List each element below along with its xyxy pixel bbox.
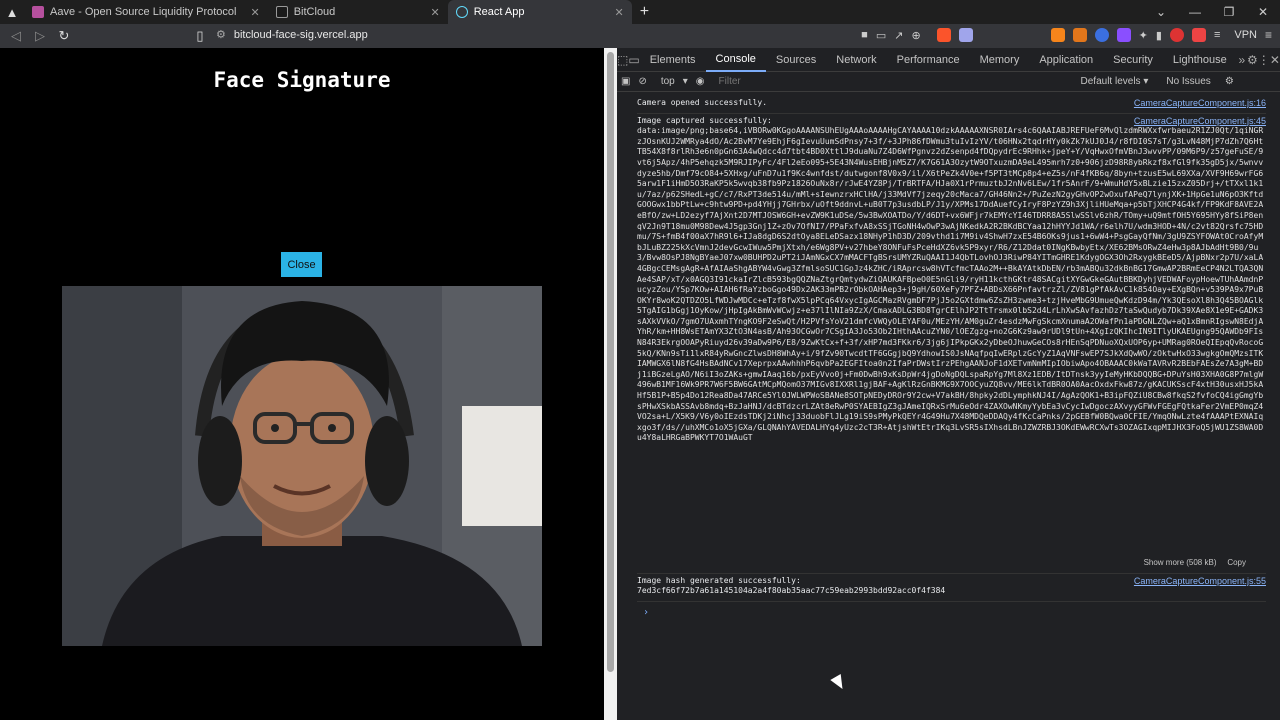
captured-face-illustration: [62, 286, 542, 646]
tab-performance[interactable]: Performance: [887, 48, 970, 72]
tab-react-app[interactable]: React App ✕: [447, 0, 632, 24]
reload-icon[interactable]: ↻: [52, 28, 76, 44]
scrollbar-thumb[interactable]: [607, 52, 614, 672]
camera-capture-image: [62, 286, 542, 646]
camera-icon[interactable]: ■: [861, 29, 868, 41]
context-dropdown-icon[interactable]: ▾: [683, 76, 688, 87]
close-button[interactable]: Close: [281, 252, 322, 277]
console-prompt[interactable]: ›: [637, 607, 1266, 619]
device-toolbar-icon[interactable]: ▭: [628, 53, 639, 67]
tab-title: Aave - Open Source Liquidity Protocol: [50, 6, 237, 18]
tab-lighthouse[interactable]: Lighthouse: [1163, 48, 1237, 72]
tab-security[interactable]: Security: [1103, 48, 1163, 72]
console-settings-icon[interactable]: ⚙: [1225, 76, 1234, 87]
vpn-button[interactable]: VPN: [1234, 29, 1257, 41]
url-text: bitcloud-face-sig.vercel.app: [233, 28, 368, 41]
close-devtools-icon[interactable]: ✕: [1270, 53, 1280, 67]
react-favicon-icon: [455, 6, 468, 18]
web-page: Face Signature Close: [0, 48, 604, 720]
extension-purple-icon[interactable]: [1116, 28, 1131, 42]
window-controls: ⌄ — ❐ ✕: [1144, 0, 1280, 24]
console-message: Camera opened successfully. CameraCaptur…: [637, 96, 1266, 114]
filter-input[interactable]: [712, 76, 1073, 87]
tab-sources[interactable]: Sources: [766, 48, 826, 72]
cast-icon[interactable]: ▭: [876, 29, 886, 42]
kebab-menu-icon[interactable]: ⋮: [1258, 53, 1270, 67]
tab-network[interactable]: Network: [826, 48, 886, 72]
extension-blue-icon[interactable]: [1094, 28, 1109, 42]
tab-console[interactable]: Console: [705, 48, 766, 72]
tab-memory[interactable]: Memory: [970, 48, 1030, 72]
menu-icon[interactable]: ≡: [1214, 29, 1220, 41]
new-tab-button[interactable]: +: [632, 3, 657, 21]
console-message: Image captured successfully: CameraCaptu…: [637, 114, 1266, 574]
tab-search-icon[interactable]: ⌄: [1144, 5, 1178, 19]
zoom-icon[interactable]: ⊕: [911, 29, 920, 42]
page-title: Face Signature: [213, 68, 391, 92]
browser-menu-icon[interactable]: ▲: [0, 5, 24, 20]
forward-icon[interactable]: ▷: [28, 28, 52, 44]
show-more-button[interactable]: Show more (508 kB): [1144, 558, 1217, 567]
bitcloud-favicon-icon: [275, 6, 288, 18]
puzzle-icon[interactable]: ✦: [1139, 29, 1148, 42]
live-expression-icon[interactable]: ◉: [696, 76, 705, 87]
clear-console-icon[interactable]: ⊘: [638, 76, 646, 87]
inspect-icon[interactable]: ⬚: [617, 53, 628, 67]
tab-title: React App: [473, 6, 525, 18]
metamask-icon[interactable]: [1050, 28, 1065, 42]
console-toolbar: ▣ ⊘ top ▾ ◉ Default levels ▾ No Issues ⚙: [617, 72, 1280, 92]
tab-close-icon[interactable]: ✕: [251, 6, 260, 19]
context-select[interactable]: top: [661, 76, 675, 87]
message-text: Camera opened successfully.: [637, 98, 768, 107]
issues-badge[interactable]: No Issues: [1166, 76, 1210, 87]
tab-bitcloud[interactable]: BitCloud ✕: [268, 0, 448, 24]
source-link[interactable]: CameraCaptureComponent.js:16: [1134, 98, 1266, 109]
tab-elements[interactable]: Elements: [640, 48, 706, 72]
extension-orange-icon[interactable]: [1072, 28, 1087, 42]
page-scrollbar[interactable]: [604, 48, 617, 720]
copy-button[interactable]: Copy: [1227, 558, 1246, 567]
browser-tab-bar: ▲ Aave - Open Source Liquidity Protocol …: [0, 0, 1280, 24]
bookmark-icon[interactable]: ▯: [188, 28, 212, 44]
tab-close-icon[interactable]: ✕: [615, 6, 624, 19]
source-link[interactable]: CameraCaptureComponent.js:45: [1134, 116, 1266, 127]
restore-icon[interactable]: ❐: [1212, 5, 1246, 19]
tab-close-icon[interactable]: ✕: [431, 6, 440, 19]
hash-text[interactable]: 7ed3cf66f72b7a61a145104a2a4f80ab35aac77c…: [637, 586, 1266, 597]
profile-avatar-icon[interactable]: [1169, 28, 1184, 42]
url-field[interactable]: ⚙ bitcloud-face-sig.vercel.app: [216, 28, 368, 42]
data-url-text[interactable]: data:image/png;base64,iVBORw0KGgoAAAANSU…: [637, 126, 1266, 558]
sidebar-toggle-icon[interactable]: ▣: [621, 76, 630, 87]
close-window-icon[interactable]: ✕: [1246, 5, 1280, 19]
brave-shield-icon[interactable]: [936, 28, 951, 42]
source-link[interactable]: CameraCaptureComponent.js:55: [1134, 576, 1266, 587]
aave-favicon-icon: [32, 6, 44, 18]
tab-title: BitCloud: [293, 6, 336, 18]
brave-rewards-icon[interactable]: [958, 28, 973, 42]
sidebar-icon[interactable]: ▮: [1156, 29, 1162, 42]
address-bar: ◁ ▷ ↻ ▯ ⚙ bitcloud-face-sig.vercel.app ■…: [0, 24, 1280, 48]
settings-icon[interactable]: ⚙: [1247, 53, 1258, 67]
devtools-tabs: ⬚ ▭ Elements Console Sources Network Per…: [617, 48, 1280, 72]
tab-application[interactable]: Application: [1029, 48, 1103, 72]
tab-aave[interactable]: Aave - Open Source Liquidity Protocol ✕: [24, 0, 268, 24]
wallet-icon[interactable]: [1191, 28, 1206, 42]
console-output: Camera opened successfully. CameraCaptur…: [617, 92, 1280, 619]
site-info-icon[interactable]: ⚙: [216, 28, 226, 41]
more-icon[interactable]: ≡: [1265, 28, 1272, 42]
back-icon[interactable]: ◁: [4, 28, 28, 44]
devtools-panel: ⬚ ▭ Elements Console Sources Network Per…: [617, 48, 1280, 720]
levels-dropdown[interactable]: Default levels ▾: [1081, 76, 1149, 87]
minimize-icon[interactable]: —: [1178, 5, 1212, 19]
more-tabs-icon[interactable]: »: [1237, 53, 1247, 67]
extension-icons: ■ ▭ ↗ ⊕ ✦ ▮ ≡ VPN ≡: [861, 28, 1272, 42]
console-message: Image hash generated successfully: Camer…: [637, 574, 1266, 602]
share-icon[interactable]: ↗: [894, 29, 903, 42]
